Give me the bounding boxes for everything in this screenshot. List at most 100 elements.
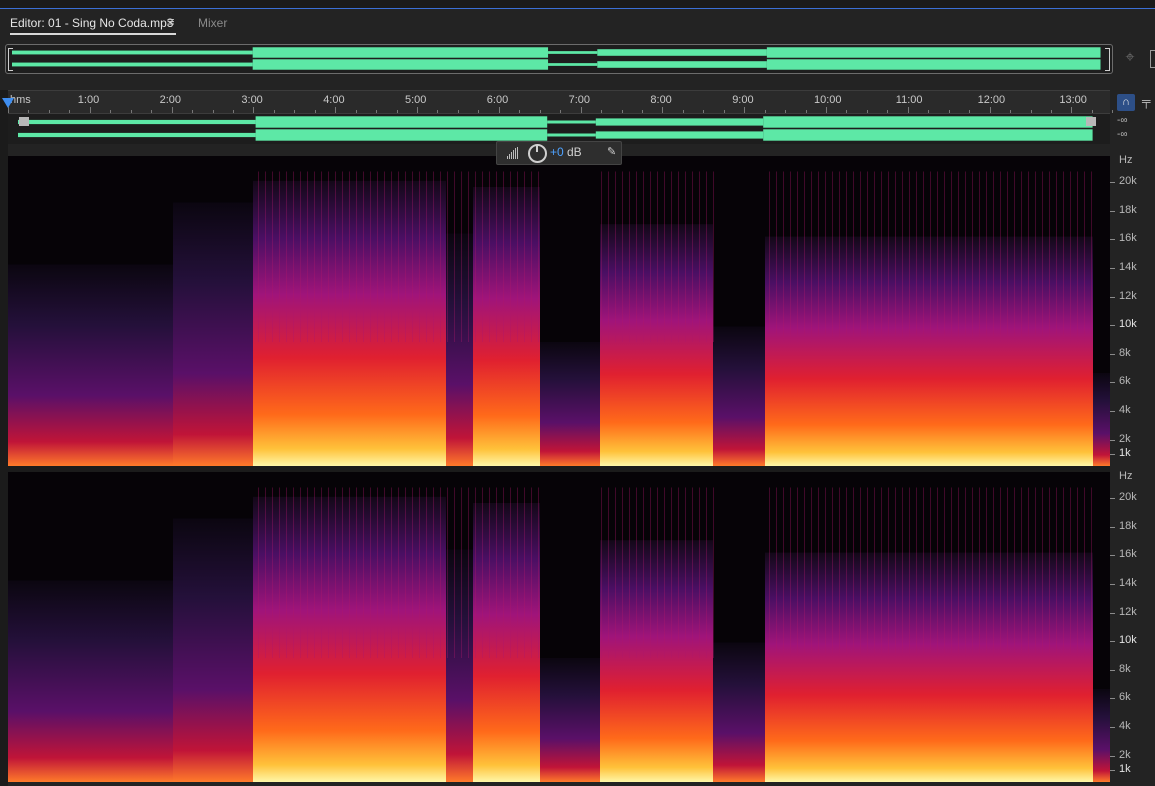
frequency-label: 16k bbox=[1119, 548, 1137, 560]
overview-range-end-handle[interactable] bbox=[1105, 48, 1110, 71]
spectrogram-streak bbox=[349, 171, 350, 342]
frequency-label: 1k bbox=[1119, 763, 1131, 775]
fade-out-handle[interactable] bbox=[1086, 117, 1096, 126]
spectrogram-streak bbox=[321, 487, 322, 658]
spectrogram-streak bbox=[461, 171, 462, 342]
spectrogram-streak bbox=[685, 171, 686, 342]
spectrogram-channel-left[interactable] bbox=[8, 156, 1110, 466]
waveform-segment bbox=[766, 47, 1101, 58]
spectrogram-streak bbox=[699, 487, 700, 658]
hamburger-menu-icon[interactable]: ≡ bbox=[167, 14, 175, 29]
hud-gain-value[interactable]: +0 bbox=[550, 145, 564, 159]
waveform-segment bbox=[12, 50, 253, 55]
waveform-segment bbox=[18, 132, 256, 138]
frequency-tick bbox=[1110, 584, 1115, 585]
spectrogram-streak bbox=[426, 487, 427, 658]
frequency-tick bbox=[1110, 727, 1115, 728]
ruler-tick bbox=[417, 107, 418, 113]
spectrogram-streak bbox=[1007, 487, 1008, 658]
spectrogram-streak bbox=[1042, 171, 1043, 342]
tab-editor[interactable]: Editor: 01 - Sing No Coda.mp3 bbox=[10, 16, 173, 30]
spectrogram-streak bbox=[916, 487, 917, 658]
spectrogram-streak bbox=[944, 171, 945, 342]
frequency-tick bbox=[1110, 411, 1115, 412]
track-waveform-strip[interactable] bbox=[8, 114, 1110, 144]
volume-knob-icon[interactable] bbox=[528, 144, 547, 163]
hud-gain-control[interactable]: +0 dB ✎ bbox=[496, 141, 622, 165]
spectrogram-streak bbox=[629, 487, 630, 658]
time-ruler[interactable]: hms 1:00 2:00 3:00 4:00 5:00 6:00 7:00 8:00 9:00… bbox=[8, 90, 1114, 114]
crosshair-icon[interactable]: ⌖ bbox=[1121, 49, 1139, 67]
waveform-segment bbox=[18, 119, 256, 125]
ruler-tick bbox=[539, 110, 541, 113]
spectrogram-streak bbox=[258, 487, 259, 658]
spectrogram-streak bbox=[860, 171, 861, 342]
ruler-tick bbox=[785, 110, 787, 113]
frequency-label: 12k bbox=[1119, 290, 1137, 302]
magnet-icon[interactable]: ∩ bbox=[1117, 94, 1135, 111]
spectrogram-streak bbox=[811, 171, 812, 342]
spectrogram-streak bbox=[615, 487, 616, 658]
spectrogram-streak bbox=[1000, 171, 1001, 342]
ruler-tick bbox=[212, 110, 214, 113]
spectrogram-streak bbox=[1084, 487, 1085, 658]
frequency-tick bbox=[1110, 211, 1115, 212]
spectrogram-streak bbox=[706, 487, 707, 658]
ruler-tick bbox=[601, 110, 603, 113]
spectrogram-channel-right[interactable] bbox=[8, 472, 1110, 782]
spectrogram-streak bbox=[622, 171, 623, 342]
spectrogram-streak bbox=[769, 171, 770, 342]
spectrogram-streak bbox=[930, 487, 931, 658]
playhead-marker[interactable] bbox=[2, 98, 14, 108]
spectrogram-streak bbox=[902, 171, 903, 342]
spectrogram-streak bbox=[874, 487, 875, 658]
fade-in-handle[interactable] bbox=[19, 117, 29, 126]
spectrogram-streak bbox=[1084, 171, 1085, 342]
spectrogram-streak bbox=[265, 487, 266, 658]
spectrogram-streak bbox=[650, 487, 651, 658]
overview-waveform-navigator[interactable] bbox=[5, 44, 1113, 74]
ruler-tick bbox=[232, 110, 234, 113]
pushpin-icon[interactable]: ✎ bbox=[607, 145, 616, 158]
spectrogram-streak bbox=[496, 171, 497, 342]
spectrogram-streak bbox=[412, 487, 413, 658]
spectrogram-streak bbox=[300, 171, 301, 342]
spectrogram-streak bbox=[692, 171, 693, 342]
spectrogram-streak bbox=[972, 171, 973, 342]
ruler-time-label: 12:00 bbox=[977, 94, 1006, 106]
frequency-tick bbox=[1110, 325, 1115, 326]
spectrogram-streak bbox=[503, 171, 504, 342]
spectrogram-streak bbox=[601, 171, 602, 342]
ruler-tick bbox=[314, 110, 316, 113]
ruler-tick bbox=[621, 110, 623, 113]
ruler-time-label: 6:00 bbox=[486, 94, 509, 106]
ruler-tick bbox=[171, 107, 173, 113]
spectrogram-streak bbox=[370, 487, 371, 658]
frequency-label: 8k bbox=[1119, 347, 1131, 359]
tab-mixer[interactable]: Mixer bbox=[198, 16, 227, 30]
ruler-tick bbox=[866, 110, 868, 113]
pin-icon[interactable]: ╤ bbox=[1142, 94, 1151, 108]
spectrogram-streak bbox=[461, 487, 462, 658]
spectrogram-streak bbox=[1056, 487, 1057, 658]
spectrogram-streak bbox=[419, 487, 420, 658]
ruler-time-label: 11:00 bbox=[895, 94, 923, 106]
spectrogram-streak bbox=[979, 487, 980, 658]
waveform-segment bbox=[255, 129, 548, 141]
spectrogram-streak bbox=[531, 171, 532, 342]
waveform-segment bbox=[255, 116, 548, 128]
frequency-label: 16k bbox=[1119, 232, 1137, 244]
spectrogram-streak bbox=[909, 171, 910, 342]
spectrogram-streak bbox=[965, 171, 966, 342]
spectrogram-streak bbox=[468, 171, 469, 342]
spectrogram-segment bbox=[8, 264, 173, 466]
spectrogram-streak bbox=[986, 487, 987, 658]
spectrogram-streak bbox=[412, 171, 413, 342]
overview-waveform-left bbox=[12, 47, 1101, 58]
waveform-segment bbox=[252, 47, 549, 58]
channel2-level-readout: -∞ bbox=[1117, 129, 1128, 140]
spectrogram-streak bbox=[1063, 171, 1064, 342]
spectrogram-streak bbox=[398, 171, 399, 342]
spectrogram-streak bbox=[1070, 171, 1071, 342]
spectrogram-streak bbox=[1049, 487, 1050, 658]
